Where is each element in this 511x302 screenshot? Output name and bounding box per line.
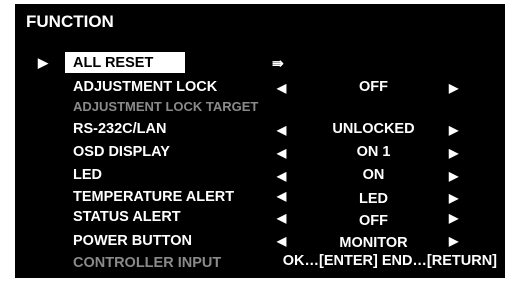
right-arrow-icon[interactable]: ▶: [449, 170, 458, 182]
left-arrow-icon[interactable]: ◀: [277, 147, 286, 159]
menu-item-led[interactable]: LED: [73, 168, 102, 183]
menu-item-adjustment-lock-target: ADJUSTMENT LOCK TARGET: [73, 99, 259, 114]
left-arrow-icon[interactable]: ◀: [277, 82, 286, 94]
menu-item-status-alert[interactable]: STATUS ALERT: [73, 210, 181, 225]
right-arrow-icon[interactable]: ▶: [449, 192, 458, 204]
adjustment-lock-value: OFF: [359, 79, 388, 95]
left-arrow-icon[interactable]: ◀: [277, 235, 286, 247]
right-arrow-icon[interactable]: ▶: [449, 124, 458, 136]
key-hint-footer: OK…[ENTER] END…[RETURN]: [282, 253, 497, 269]
cursor-triangle-right-icon: ▶: [38, 55, 48, 70]
status-alert-value: OFF: [359, 213, 388, 229]
menu-item-all-reset[interactable]: ALL RESET: [73, 56, 153, 71]
left-arrow-icon[interactable]: ◀: [277, 190, 286, 202]
menu-title: FUNCTION: [26, 12, 114, 31]
left-arrow-icon[interactable]: ◀: [277, 124, 286, 136]
menu-item-temperature-alert[interactable]: TEMPERATURE ALERT: [73, 190, 234, 205]
menu-item-controller-input: CONTROLLER INPUT: [73, 255, 222, 271]
menu-item-rs232c-lan[interactable]: RS-232C/LAN: [73, 122, 166, 137]
right-arrow-icon[interactable]: ▶: [449, 82, 458, 94]
osd-display-value: ON 1: [356, 144, 391, 160]
menu-item-power-button[interactable]: POWER BUTTON: [73, 234, 192, 249]
menu-item-osd-display[interactable]: OSD DISPLAY: [73, 145, 170, 160]
function-menu-panel: FUNCTION ▶ ALL RESET ⇛ ADJUSTMENT LOCK ◀…: [15, 4, 505, 278]
right-arrow-icon[interactable]: ▶: [449, 235, 458, 247]
osd-screen: FUNCTION ▶ ALL RESET ⇛ ADJUSTMENT LOCK ◀…: [0, 0, 511, 302]
right-arrow-icon[interactable]: ▶: [449, 147, 458, 159]
left-arrow-icon[interactable]: ◀: [277, 170, 286, 182]
led-value: ON: [362, 167, 385, 183]
enter-arrow-icon: ⇛: [272, 55, 284, 71]
rs232c-lan-value: UNLOCKED: [332, 121, 415, 137]
right-arrow-icon[interactable]: ▶: [449, 212, 458, 224]
left-arrow-icon[interactable]: ◀: [277, 212, 286, 224]
power-button-value: MONITOR: [339, 235, 408, 251]
temperature-alert-value: LED: [359, 191, 388, 207]
menu-item-adjustment-lock[interactable]: ADJUSTMENT LOCK: [73, 80, 217, 95]
